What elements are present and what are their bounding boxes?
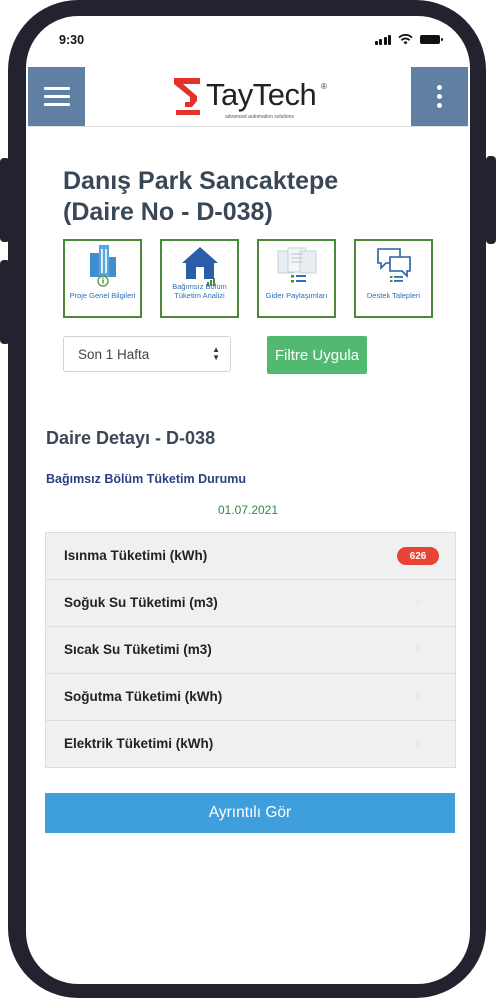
period-select[interactable]: Son 1 Hafta ▲ ▼ xyxy=(63,336,231,372)
page-title-line1: Danış Park Sancaktepe xyxy=(63,167,339,195)
item-value-badge: 0 xyxy=(415,597,421,609)
volume-down-button xyxy=(0,260,10,344)
item-label: Isınma Tüketimi (kWh) xyxy=(64,548,208,563)
app-header: TayTech ® advanced automation solutions xyxy=(28,67,468,127)
phone-screen: 9:30 TayTech ® advanced automation solut xyxy=(26,16,470,984)
tile-project-info[interactable]: Proje Genel Bilgileri xyxy=(63,239,142,318)
tile-label: Proje Genel Bilgileri xyxy=(69,291,136,300)
view-details-button[interactable]: Ayrıntılı Gör xyxy=(45,793,455,833)
list-item-heating[interactable]: Isınma Tüketimi (kWh) 626 xyxy=(46,533,455,579)
brand-tagline: advanced automation solutions xyxy=(225,114,294,120)
logo-mark-icon xyxy=(174,78,200,115)
status-bar: 9:30 xyxy=(26,16,470,64)
item-label: Sıcak Su Tüketimi (m3) xyxy=(64,642,212,657)
tile-support-requests[interactable]: Destek Talepleri xyxy=(354,239,433,318)
tile-consumption-analysis[interactable]: Bağımsız Bölüm Tüketim Analizi xyxy=(160,239,239,318)
status-time: 9:30 xyxy=(59,33,85,47)
tile-expense-sharing[interactable]: Gider Paylaşımları xyxy=(257,239,336,318)
tile-label: Bağımsız Bölüm Tüketim Analizi xyxy=(172,282,227,300)
wifi-icon xyxy=(398,34,413,45)
apply-filter-button[interactable]: Filtre Uygula xyxy=(267,336,367,374)
list-item-cold-water[interactable]: Soğuk Su Tüketimi (m3) 0 xyxy=(46,579,455,626)
battery-icon xyxy=(420,35,443,44)
hamburger-icon xyxy=(43,82,70,111)
signal-icon xyxy=(374,34,391,45)
power-button xyxy=(486,156,496,244)
item-value-badge: 626 xyxy=(397,547,439,565)
page-title-line2: (Daire No - D-038) xyxy=(63,198,273,226)
brand-registered-mark: ® xyxy=(321,82,327,91)
brand-name: TayTech xyxy=(206,77,317,112)
status-icons xyxy=(374,34,443,45)
house-icon xyxy=(181,247,218,286)
consumption-status-subtitle: Bağımsız Bölüm Tüketim Durumu xyxy=(46,472,247,486)
item-label: Elektrik Tüketimi (kWh) xyxy=(64,736,214,751)
tile-label: Gider Paylaşımları xyxy=(265,291,328,300)
item-label: Soğutma Tüketimi (kWh) xyxy=(64,689,223,704)
kebab-menu-icon xyxy=(437,81,442,112)
menu-button[interactable] xyxy=(28,67,85,126)
period-select-value: Son 1 Hafta xyxy=(78,347,150,362)
taytech-logo: TayTech ® advanced automation solutions xyxy=(170,72,330,122)
consumption-date: 01.07.2021 xyxy=(217,503,279,517)
item-label: Soğuk Su Tüketimi (m3) xyxy=(64,595,218,610)
building-info-icon xyxy=(89,245,116,287)
tile-label: Destek Talepleri xyxy=(366,291,421,300)
item-value-badge: 0 xyxy=(415,644,421,656)
more-options-button[interactable] xyxy=(411,67,468,126)
item-value-badge: 0 xyxy=(415,691,421,703)
select-arrows-icon: ▲ ▼ xyxy=(212,345,220,362)
consumption-list: Isınma Tüketimi (kWh) 626 Soğuk Su Tüket… xyxy=(45,532,456,768)
list-item-cooling[interactable]: Soğutma Tüketimi (kWh) 0 xyxy=(46,673,455,720)
list-item-hot-water[interactable]: Sıcak Su Tüketimi (m3) 0 xyxy=(46,626,455,673)
volume-up-button xyxy=(0,158,10,242)
document-list-icon xyxy=(277,247,316,283)
page-title: Danış Park Sancaktepe (Daire No - D-038) xyxy=(63,166,443,228)
chat-icon xyxy=(376,248,411,282)
item-value-badge: 0 xyxy=(415,738,421,750)
detail-title: Daire Detayı - D-038 xyxy=(46,428,216,448)
list-item-electricity[interactable]: Elektrik Tüketimi (kWh) 0 xyxy=(46,720,455,767)
